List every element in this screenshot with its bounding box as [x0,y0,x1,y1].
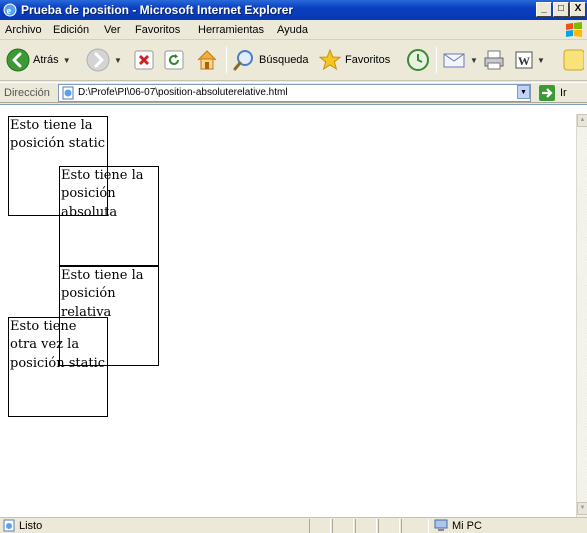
go-arrow-icon[interactable] [539,85,555,101]
refresh-icon [164,50,184,70]
page-icon [62,86,74,100]
svg-text:e: e [7,6,12,17]
menu-bar: Archivo Edición Ver Favoritos Herramient… [0,20,587,40]
status-text: Listo [19,520,43,532]
forward-button[interactable]: ▼ [86,47,122,73]
menu-ver[interactable]: Ver [104,24,121,36]
home-icon [197,50,217,70]
windows-logo-icon [566,22,582,37]
address-dropdown-icon[interactable]: ▼ [517,85,530,99]
messenger-button[interactable] [562,47,584,73]
address-url: D:\Profe\PI\06-07\position-absoluterelat… [78,87,288,98]
print-button[interactable] [483,47,505,73]
refresh-button[interactable] [164,47,184,73]
status-pane [309,519,331,533]
scroll-up-icon[interactable]: ▲ [577,114,587,127]
status-pane [332,519,354,533]
maximize-button[interactable]: □ [553,2,569,17]
menu-herramientas[interactable]: Herramientas [198,24,264,36]
menu-edicion[interactable]: Edición [53,24,89,36]
page-content: Esto tiene la posición static Esto tiene… [0,114,576,517]
mail-dropdown-icon[interactable]: ▼ [470,56,478,65]
star-icon [318,48,342,71]
minimize-button[interactable]: _ [536,2,552,17]
status-pane [378,519,400,533]
toolbar: Atrás ▼ ▼ Búsqueda Favoritos ▼ W ▼ [0,41,587,81]
search-icon [233,50,253,71]
notes-icon [563,49,584,71]
address-input[interactable]: D:\Profe\PI\06-07\position-absoluterelat… [58,84,531,102]
toolbar-separator [436,47,437,73]
search-label: Búsqueda [259,54,309,66]
svg-text:W: W [518,54,530,68]
vertical-scrollbar[interactable]: ▲ ▼ [576,114,587,517]
ie-icon: e [3,3,17,17]
stop-icon [134,50,154,70]
edit-dropdown-icon[interactable]: ▼ [537,56,545,65]
word-icon: W [515,51,533,69]
printer-icon [484,50,504,70]
address-label: Dirección [4,87,50,99]
menu-ayuda[interactable]: Ayuda [277,24,308,36]
close-button[interactable]: X [570,2,586,17]
address-bar: Dirección D:\Profe\PI\06-07\position-abs… [0,82,587,103]
go-label[interactable]: Ir [560,87,567,99]
zone-text: Mi PC [452,520,482,532]
content-top-edge [0,104,587,114]
status-pane [401,519,429,533]
mail-icon [443,53,465,68]
home-button[interactable] [195,47,219,73]
favorites-button[interactable]: Favoritos [318,47,390,73]
history-button[interactable] [406,47,430,73]
window-title: Prueba de position - Microsoft Internet … [21,3,294,17]
scroll-down-icon[interactable]: ▼ [577,502,587,515]
menu-archivo[interactable]: Archivo [5,24,42,36]
back-arrow-icon [6,48,30,72]
mail-button[interactable]: ▼ [442,47,478,73]
back-button[interactable]: Atrás ▼ [6,47,71,73]
edit-button[interactable]: W ▼ [515,47,545,73]
stop-button[interactable] [134,47,154,73]
absolute-box: Esto tiene la posición absoluta [59,166,159,266]
back-label: Atrás [33,54,59,66]
toolbar-separator [226,47,227,73]
title-bar[interactable]: e Prueba de position - Microsoft Interne… [0,0,587,20]
page-done-icon [3,519,15,532]
forward-arrow-icon [86,48,110,72]
search-button[interactable]: Búsqueda [232,47,309,73]
favorites-label: Favoritos [345,54,391,66]
status-bar: Listo Mi PC [0,517,587,533]
back-dropdown-icon[interactable]: ▼ [63,56,71,65]
history-icon [407,49,429,71]
forward-dropdown-icon[interactable]: ▼ [114,56,122,65]
menu-favoritos[interactable]: Favoritos [135,24,180,36]
status-pane [355,519,377,533]
my-computer-icon [434,519,448,531]
static-box-2: Esto tiene otra vez la posición static [8,317,108,417]
